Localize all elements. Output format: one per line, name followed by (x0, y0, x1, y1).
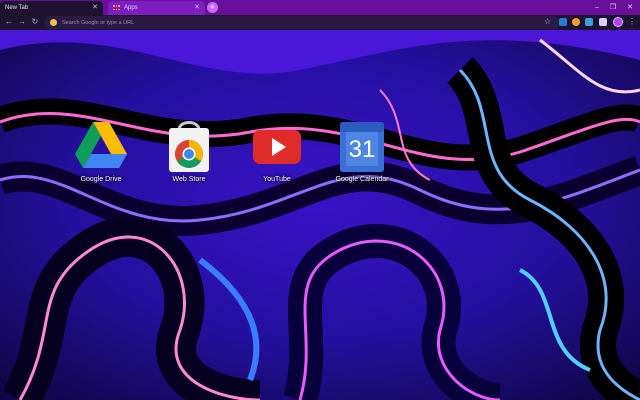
app-google-calendar[interactable]: 31 Google Calendar (322, 118, 402, 183)
reload-icon[interactable]: ↻ (30, 17, 40, 27)
app-label: Web Store (172, 176, 206, 183)
tab-strip: New Tab ✕ Apps ✕ + – ❐ ✕ (0, 0, 640, 15)
tab-new-tab[interactable]: New Tab ✕ (0, 1, 103, 15)
app-label: Google Drive (80, 176, 122, 183)
profile-avatar[interactable] (613, 17, 623, 27)
close-tab-icon[interactable]: ✕ (194, 3, 200, 13)
back-icon[interactable]: ← (4, 17, 14, 27)
new-tab-button[interactable]: + (207, 2, 218, 13)
app-youtube[interactable]: YouTube (237, 118, 317, 183)
calendar-day: 31 (348, 136, 376, 163)
restore-icon[interactable]: ❐ (605, 0, 621, 15)
youtube-icon (247, 118, 307, 176)
menu-icon[interactable]: ⋮ (628, 17, 636, 27)
tab-title: Apps (124, 5, 138, 11)
google-icon (50, 19, 57, 26)
wallpaper (0, 30, 640, 400)
swirl-background (0, 30, 640, 400)
omnibox-placeholder: Search Google or type a URL (62, 19, 135, 26)
bookmark-star-icon[interactable]: ☆ (544, 17, 551, 27)
puzzle-icon[interactable] (599, 18, 607, 26)
apps-grid-icon (113, 5, 120, 11)
forward-icon[interactable]: → (17, 17, 27, 27)
close-tab-icon[interactable]: ✕ (92, 3, 98, 13)
extension-icon[interactable] (585, 18, 593, 26)
app-web-store[interactable]: Web Store (149, 118, 229, 183)
google-drive-icon (71, 118, 131, 176)
app-google-drive[interactable]: Google Drive (61, 118, 141, 183)
extension-icon[interactable] (572, 18, 580, 26)
app-label: YouTube (263, 176, 291, 183)
app-label: Google Calendar (335, 176, 389, 183)
toolbar: ← → ↻ Search Google or type a URL ☆ ⋮ (0, 15, 640, 30)
extension-icon[interactable] (559, 18, 567, 26)
minimize-icon[interactable]: – (589, 0, 605, 15)
omnibox[interactable]: Search Google or type a URL (44, 16, 560, 29)
close-window-icon[interactable]: ✕ (622, 0, 638, 15)
chrome-web-store-icon (159, 118, 219, 176)
google-calendar-icon: 31 (332, 118, 392, 176)
tab-title: New Tab (5, 5, 29, 11)
tab-apps[interactable]: Apps ✕ (108, 1, 205, 15)
